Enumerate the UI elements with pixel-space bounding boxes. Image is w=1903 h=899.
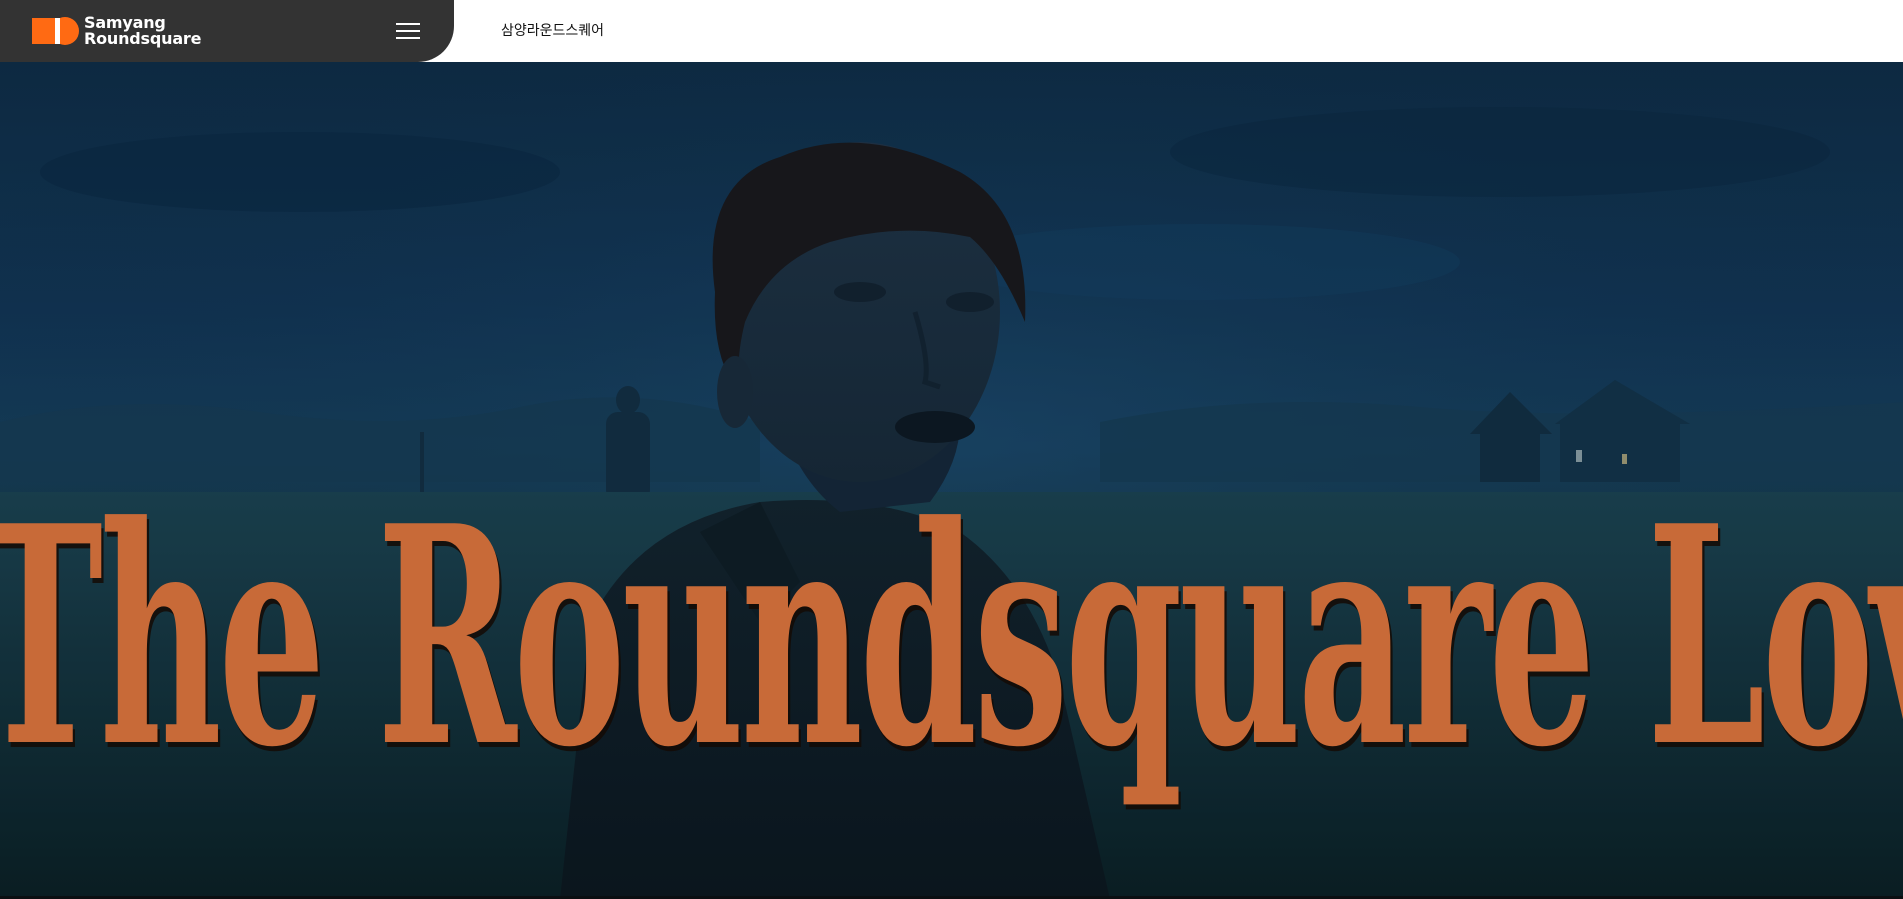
logo-line-2: Roundsquare (84, 29, 202, 48)
menu-button[interactable] (394, 20, 422, 42)
brand-panel: Samyang Roundsquare (0, 0, 454, 62)
site-title: 삼양라운드스퀘어 (501, 23, 605, 39)
hamburger-menu-icon (396, 23, 420, 39)
logo-wordmark: Samyang Roundsquare (84, 15, 201, 47)
samyang-roundsquare-logo-icon (32, 17, 79, 45)
hero-title: The Roundsquare Love (0, 460, 1903, 813)
site-header: Samyang Roundsquare 삼양라운드스퀘어 (0, 0, 1903, 62)
hero-section: The Roundsquare Love (0, 62, 1903, 899)
home-logo-link[interactable]: Samyang Roundsquare (32, 15, 201, 47)
